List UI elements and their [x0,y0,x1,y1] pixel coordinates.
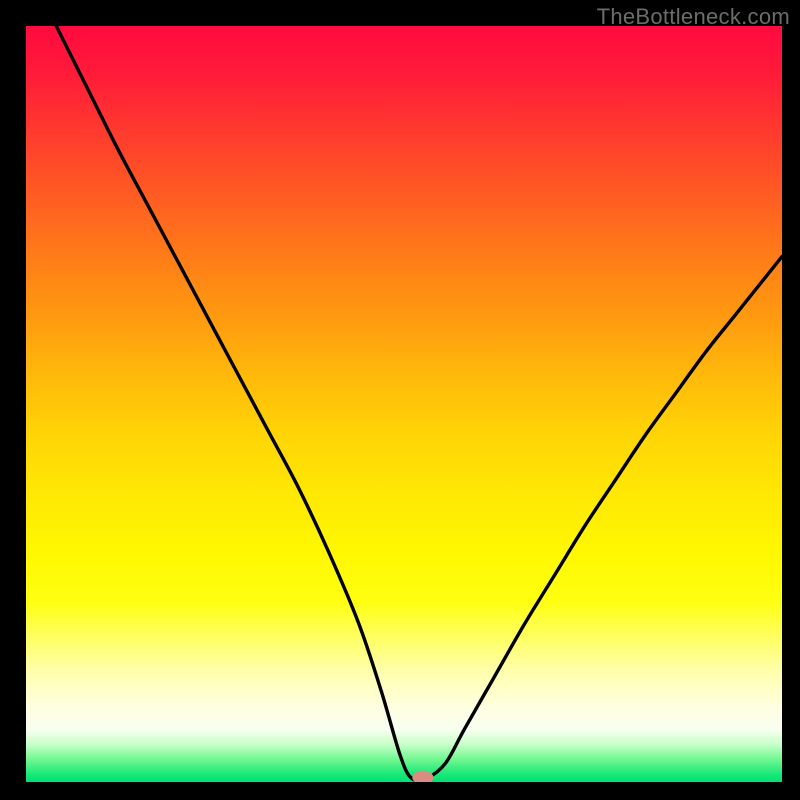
watermark-text: TheBottleneck.com [597,4,790,30]
plot-area [26,26,782,782]
chart-frame: TheBottleneck.com [0,0,800,800]
optimum-marker [26,26,782,782]
